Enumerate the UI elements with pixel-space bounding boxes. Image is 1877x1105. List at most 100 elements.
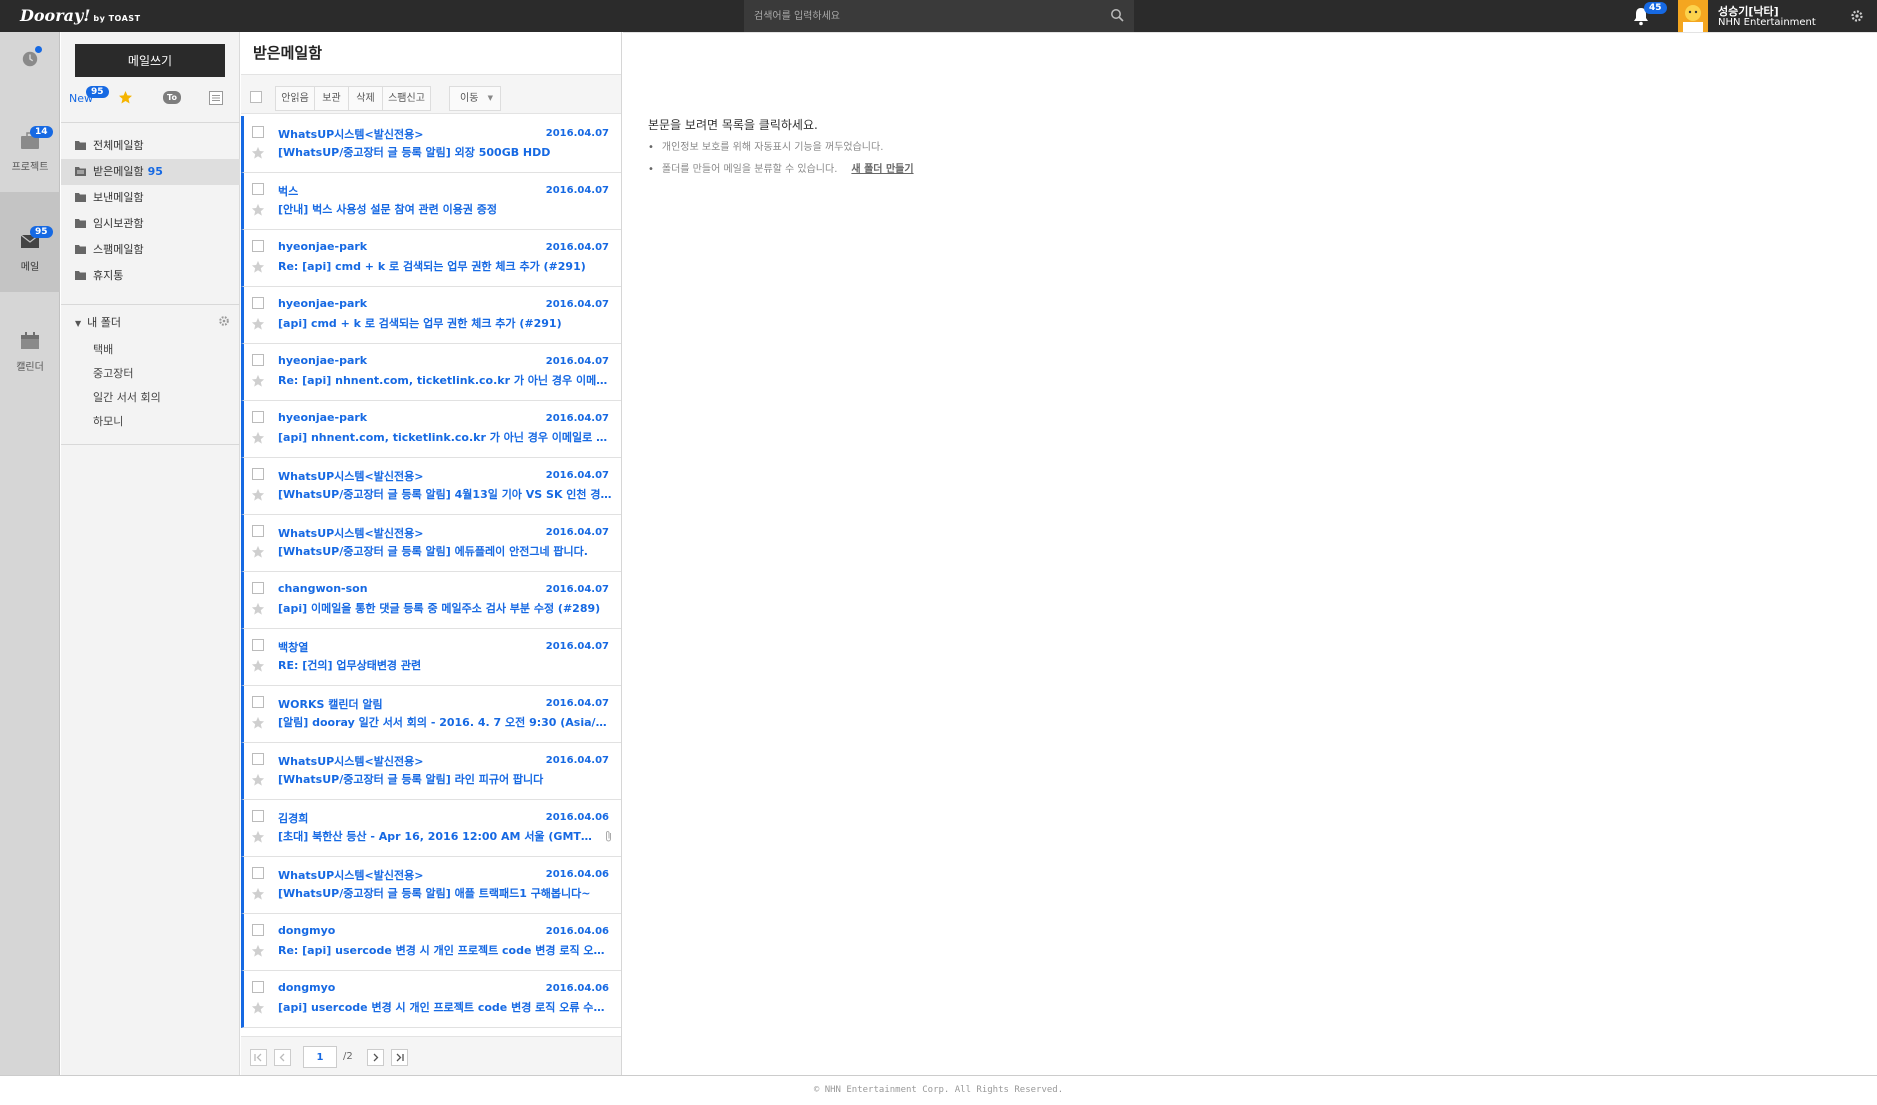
star-icon[interactable] (251, 659, 265, 673)
dooray-logo[interactable]: Dooray! by TOAST (20, 6, 141, 25)
mail-sender: 김경희 (278, 812, 309, 825)
mail-row[interactable]: hyeonjae-park 2016.04.07 Re: [api] cmd +… (241, 230, 621, 287)
mail-row[interactable]: WhatsUP시스템<발신전용> 2016.04.07 [WhatsUP/중고장… (241, 515, 621, 572)
mail-checkbox[interactable] (252, 924, 264, 936)
archive-button[interactable]: 보관 (314, 86, 349, 111)
star-filter-icon[interactable] (118, 90, 133, 105)
star-icon[interactable] (251, 374, 265, 388)
first-page-button[interactable] (250, 1049, 267, 1066)
mail-row[interactable]: 벅스 2016.04.07 [안내] 벅스 사용성 설문 참여 관련 이용권 증… (241, 173, 621, 230)
star-icon[interactable] (251, 317, 265, 331)
mail-row[interactable]: hyeonjae-park 2016.04.07 [api] cmd + k 로… (241, 287, 621, 344)
mail-checkbox[interactable] (252, 126, 264, 138)
star-icon[interactable] (251, 944, 265, 958)
mail-row[interactable]: WhatsUP시스템<발신전용> 2016.04.06 [WhatsUP/중고장… (241, 857, 621, 914)
mail-date: 2016.04.06 (545, 869, 609, 880)
move-dropdown[interactable]: 이동 ▼ (449, 86, 501, 111)
mail-row[interactable]: hyeonjae-park 2016.04.07 [api] nhnent.co… (241, 401, 621, 458)
mail-subject: [안내] 벅스 사용성 설문 참여 관련 이용권 증정 (278, 203, 498, 216)
mail-checkbox[interactable] (252, 582, 264, 594)
gear-icon[interactable] (1850, 9, 1864, 23)
folder-icon (75, 193, 86, 202)
folder-trash[interactable]: 휴지통 (61, 263, 240, 289)
search-input[interactable] (754, 8, 1094, 24)
mail-sender: WhatsUP시스템<발신전용> (278, 755, 424, 768)
star-icon[interactable] (251, 260, 265, 274)
nav-item-project[interactable]: 14 프로젝트 (0, 92, 60, 192)
mail-row[interactable]: dongmyo 2016.04.06 Re: [api] usercode 변경… (241, 914, 621, 971)
project-badge: 14 (30, 126, 53, 138)
star-icon[interactable] (251, 830, 265, 844)
page-number-input[interactable] (303, 1046, 337, 1068)
last-page-button[interactable] (391, 1049, 408, 1066)
my-folder-item[interactable]: 하모니 (93, 410, 161, 434)
mail-row[interactable]: dongmyo 2016.04.06 [api] usercode 변경 시 개… (241, 971, 621, 1028)
preview-tip: 폴더를 만들어 메일을 분류할 수 있습니다. 새 폴더 만들기 (648, 159, 914, 181)
folder-drafts[interactable]: 임시보관함 (61, 211, 240, 237)
folder-spam[interactable]: 스팸메일함 (61, 237, 240, 263)
select-all-checkbox[interactable] (250, 91, 262, 103)
mail-subject: Re: [api] cmd + k 로 검색되는 업무 권한 체크 추가 (#2… (278, 260, 586, 273)
star-icon[interactable] (251, 1001, 265, 1015)
my-folder-item[interactable]: 택배 (93, 338, 161, 362)
mail-row[interactable]: 김경희 2016.04.06 [초대] 북한산 등산 - Apr 16, 201… (241, 800, 621, 857)
mail-sender: changwon-son (278, 582, 368, 595)
new-folder-link[interactable]: 새 폴더 만들기 (851, 164, 913, 175)
folder-all[interactable]: 전체메일함 (61, 133, 240, 159)
compose-button[interactable]: 메일쓰기 (75, 44, 225, 77)
search-icon[interactable] (1110, 8, 1124, 22)
avatar[interactable] (1678, 0, 1708, 32)
mail-checkbox[interactable] (252, 696, 264, 708)
delete-button[interactable]: 삭제 (348, 86, 383, 111)
report-spam-button[interactable]: 스팸신고 (382, 86, 431, 111)
star-icon[interactable] (251, 887, 265, 901)
mail-checkbox[interactable] (252, 297, 264, 309)
nav-item-mail[interactable]: 95 메일 (0, 192, 60, 292)
star-icon[interactable] (251, 602, 265, 616)
new-mail-badge: 95 (86, 86, 109, 98)
mail-sender: WhatsUP시스템<발신전용> (278, 869, 424, 882)
nav-item-calendar[interactable]: 캘린더 (0, 292, 60, 392)
to-filter-badge[interactable]: To (163, 91, 181, 104)
star-icon[interactable] (251, 773, 265, 787)
star-icon[interactable] (251, 431, 265, 445)
mail-checkbox[interactable] (252, 867, 264, 879)
mail-row[interactable]: WORKS 캘린더 알림 2016.04.07 [알림] dooray 일간 서… (241, 686, 621, 743)
mail-checkbox[interactable] (252, 810, 264, 822)
mail-checkbox[interactable] (252, 525, 264, 537)
mail-row[interactable]: 백창열 2016.04.07 RE: [건의] 업무상태변경 관련 (241, 629, 621, 686)
prev-page-button[interactable] (274, 1049, 291, 1066)
nav-item-activity[interactable] (0, 32, 60, 92)
mail-checkbox[interactable] (252, 411, 264, 423)
mail-checkbox[interactable] (252, 354, 264, 366)
mail-checkbox[interactable] (252, 468, 264, 480)
star-icon[interactable] (251, 716, 265, 730)
next-page-button[interactable] (367, 1049, 384, 1066)
mail-row[interactable]: hyeonjae-park 2016.04.07 Re: [api] nhnen… (241, 344, 621, 401)
mail-checkbox[interactable] (252, 981, 264, 993)
mail-checkbox[interactable] (252, 240, 264, 252)
mail-date: 2016.04.07 (545, 242, 609, 253)
my-folder-item[interactable]: 중고장터 (93, 362, 161, 386)
star-icon[interactable] (251, 545, 265, 559)
folder-sent[interactable]: 보낸메일함 (61, 185, 240, 211)
gear-icon[interactable] (218, 315, 230, 327)
mail-row[interactable]: WhatsUP시스템<발신전용> 2016.04.07 [WhatsUP/중고장… (241, 743, 621, 800)
star-icon[interactable] (251, 203, 265, 217)
star-icon[interactable] (251, 488, 265, 502)
folder-label: 전체메일함 (93, 139, 144, 152)
mail-checkbox[interactable] (252, 753, 264, 765)
mail-row[interactable]: WhatsUP시스템<발신전용> 2016.04.07 [WhatsUP/중고장… (241, 116, 621, 173)
my-folders-label: 내 폴더 (87, 316, 122, 329)
folder-inbox[interactable]: 받은메일함 95 (61, 159, 240, 185)
mail-checkbox[interactable] (252, 183, 264, 195)
mail-checkbox[interactable] (252, 639, 264, 651)
list-view-icon[interactable] (209, 91, 223, 105)
my-folders-toggle[interactable]: ▼ 내 폴더 (75, 314, 121, 330)
mail-row[interactable]: changwon-son 2016.04.07 [api] 이메일을 통한 댓글… (241, 572, 621, 629)
mark-unread-button[interactable]: 안읽음 (275, 86, 315, 111)
my-folder-item[interactable]: 일간 서서 회의 (93, 386, 161, 410)
star-icon[interactable] (251, 146, 265, 160)
mail-row[interactable]: WhatsUP시스템<발신전용> 2016.04.07 [WhatsUP/중고장… (241, 458, 621, 515)
folder-label: 보낸메일함 (93, 191, 144, 204)
